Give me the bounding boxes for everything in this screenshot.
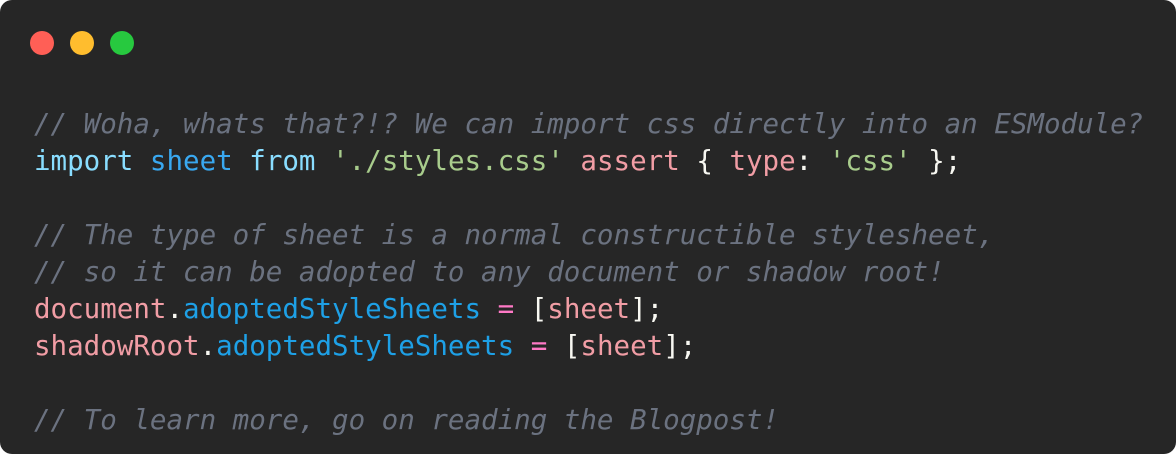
code-line: // Woha, whats that?!? We can import css… [34, 106, 1143, 143]
code-token-string: 'css' [828, 145, 912, 177]
code-token-punct [316, 145, 333, 177]
code-token-punct [481, 293, 498, 325]
code-token-punct [133, 145, 150, 177]
code-token-punct [514, 330, 531, 362]
code-token-var: sheet [580, 330, 664, 362]
code-token-var: sheet [547, 293, 631, 325]
code-token-punct [564, 145, 581, 177]
code-token-attr: type [729, 145, 796, 177]
code-line: // so it can be adopted to any document … [34, 254, 1143, 291]
code-token-string: './styles.css' [332, 145, 564, 177]
code-token-punct: { [679, 145, 730, 177]
code-token-keyword: from [249, 145, 316, 177]
code-line: document.adoptedStyleSheets = [sheet]; [34, 291, 1143, 328]
maximize-button[interactable] [110, 31, 134, 55]
code-token-prop: adoptedStyleSheets [183, 293, 482, 325]
code-token-var: document [34, 293, 167, 325]
code-token-punct: }; [911, 145, 962, 177]
window-controls [30, 31, 134, 55]
code-token-op: = [497, 293, 515, 325]
code-token-punct [233, 145, 250, 177]
code-token-op: = [530, 330, 548, 362]
code-line: shadowRoot.adoptedStyleSheets = [sheet]; [34, 328, 1143, 365]
code-line: // The type of sheet is a normal constru… [34, 217, 1143, 254]
code-token-punct: . [199, 330, 217, 362]
code-token-punct: [ [547, 330, 581, 362]
code-token-var: shadowRoot [34, 330, 200, 362]
code-token-attr: assert [580, 145, 680, 177]
code-token-punct: [ [514, 293, 548, 325]
code-token-ident: sheet [149, 145, 233, 177]
code-token-comment: // so it can be adopted to any document … [34, 256, 945, 288]
code-line: import sheet from './styles.css' assert … [34, 143, 1143, 180]
code-token-punct: ]; [663, 330, 697, 362]
code-line: // To learn more, go on reading the Blog… [34, 402, 1143, 439]
close-button[interactable] [30, 31, 54, 55]
code-window: // Woha, whats that?!? We can import css… [0, 0, 1176, 454]
code-token-comment: // The type of sheet is a normal constru… [34, 219, 995, 251]
code-token-comment: // Woha, whats that?!? We can import css… [34, 108, 1144, 140]
code-token-keyword: import [34, 145, 134, 177]
code-token-prop: adoptedStyleSheets [216, 330, 515, 362]
code-token-punct: : [795, 145, 829, 177]
code-token-punct: ]; [630, 293, 664, 325]
code-token-punct: . [166, 293, 184, 325]
code-token-comment: // To learn more, go on reading the Blog… [34, 404, 780, 436]
minimize-button[interactable] [70, 31, 94, 55]
code-block: // Woha, whats that?!? We can import css… [34, 106, 1143, 439]
